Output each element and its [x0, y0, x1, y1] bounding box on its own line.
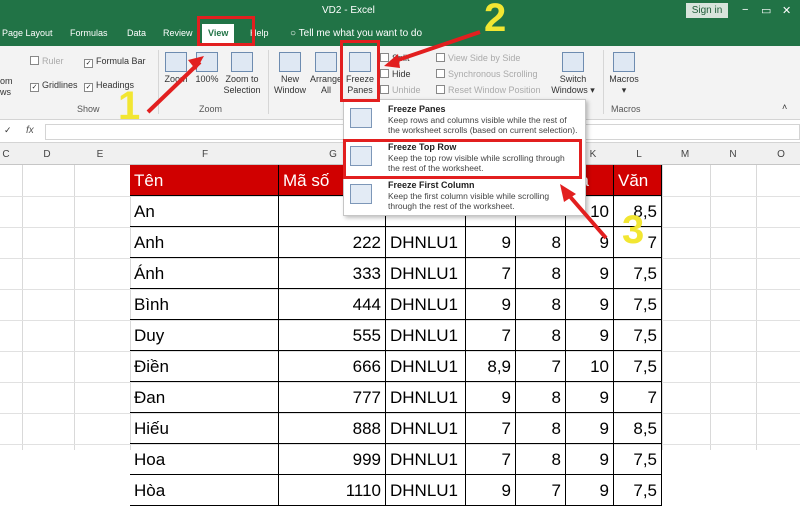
class-cell[interactable]: DHNLU1 — [386, 475, 466, 506]
score-cell[interactable]: 9 — [466, 475, 516, 506]
name-cell[interactable]: Hòa — [130, 475, 279, 506]
arrowhead-1-icon — [188, 56, 204, 70]
arrow-1-icon — [146, 60, 202, 114]
arrowhead-2-icon — [384, 54, 400, 68]
score-cell[interactable]: 9 — [566, 475, 614, 506]
step-number-1: 1 — [118, 84, 141, 128]
score-cell[interactable]: 7,5 — [614, 475, 662, 506]
step-number-2: 2 — [484, 0, 507, 40]
arrow-2-icon — [391, 30, 481, 64]
id-cell[interactable]: 1110 — [279, 475, 386, 506]
annotation-arrows — [146, 30, 608, 240]
table-row: Hòa 1110 DHNLU1 9 7 9 7,5 — [130, 475, 662, 506]
arrow-3-icon — [564, 190, 608, 240]
score-cell[interactable]: 7 — [516, 475, 566, 506]
step-number-3: 3 — [622, 208, 645, 252]
